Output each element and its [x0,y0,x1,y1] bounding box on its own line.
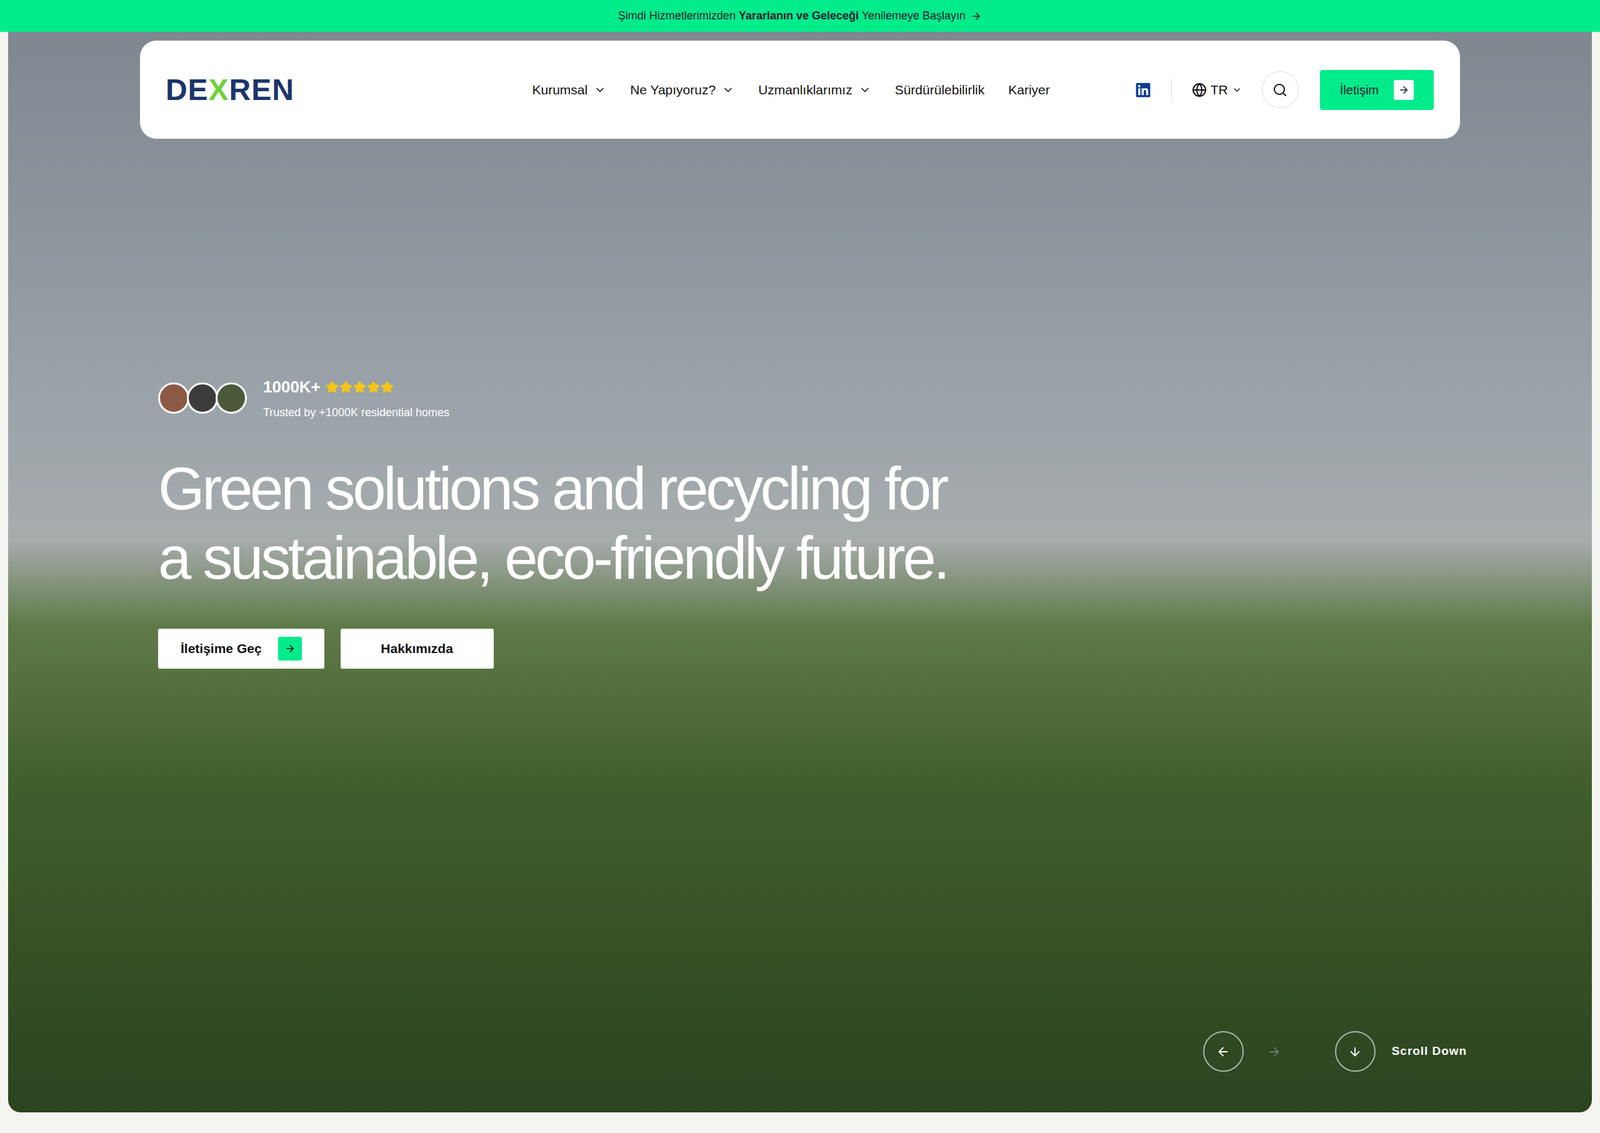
arrow-right-icon [1398,84,1410,96]
arrow-left-icon [1216,1045,1230,1059]
avatar [215,382,247,414]
globe-icon [1191,82,1207,98]
chevron-down-icon [593,83,607,97]
nav-item[interactable]: Kurumsal [531,80,607,100]
chevron-down-icon [721,83,735,97]
hero-controls: Scroll Down [8,1031,1592,1113]
search-icon [1272,82,1288,98]
announcement-text: Şimdi Hizmetlerimizden Yararlanın ve Gel… [618,7,966,25]
star-icon [366,380,380,394]
hero-content: 1000K+ Trusted by +1000K residential home… [8,138,1592,669]
nav-item[interactable]: Uzmanlıklarımız [758,80,872,100]
rating: 1000K+ Trusted by +1000K residential home… [158,375,1592,422]
rating-count: 1000K+ [263,375,321,400]
nav-links: Kurumsal Ne Yapıyoruz? Uzmanlıklarımız Sürd… [531,80,1050,100]
linkedin-icon[interactable] [1135,81,1152,99]
navbar: DEXREN Kurumsal Ne Yapıyoruz? Uzmanlıklarım… [140,40,1460,139]
carousel-prev[interactable] [1203,1031,1244,1072]
chevron-down-icon [858,83,872,97]
nav-item[interactable]: Kariyer [1008,80,1050,100]
nav-item[interactable]: Sürdürülebilirlik [895,80,985,100]
language-switcher[interactable]: TR [1191,80,1242,100]
avatar [158,382,190,414]
page: Şimdi Hizmetlerimizden Yararlanın ve Gel… [0,0,1600,1133]
chevron-down-icon [1231,85,1242,95]
contact-button[interactable]: İletişim [1320,70,1434,110]
announcement-bar[interactable]: Şimdi Hizmetlerimizden Yararlanın ve Gel… [0,0,1600,32]
star-icon [380,380,394,394]
arrow-down-icon [1348,1045,1362,1059]
rating-caption: Trusted by +1000K residential homes [263,404,450,422]
avatar [186,382,219,414]
arrow-right-icon [1267,1045,1282,1059]
divider [1171,78,1172,102]
carousel-next[interactable] [1254,1031,1295,1072]
stars [325,380,394,394]
scroll-down[interactable]: Scroll Down [1335,1031,1467,1072]
hero-heading: Green solutions and recycling fora susta… [158,453,1592,593]
hero: DEXREN Kurumsal Ne Yapıyoruz? Uzmanlıklarım… [8,31,1592,1113]
star-icon [325,380,339,394]
logo[interactable]: DEXREN [165,75,295,105]
nav-item[interactable]: Ne Yapıyoruz? [630,80,735,100]
arrow-right-icon [970,10,982,22]
star-icon [339,380,353,394]
hero-button[interactable]: İletişime Geç [158,628,325,669]
star-icon [353,380,367,394]
search-button[interactable] [1261,71,1299,109]
arrow-right-icon [284,643,296,655]
hero-button[interactable]: Hakkımızda [340,628,494,669]
